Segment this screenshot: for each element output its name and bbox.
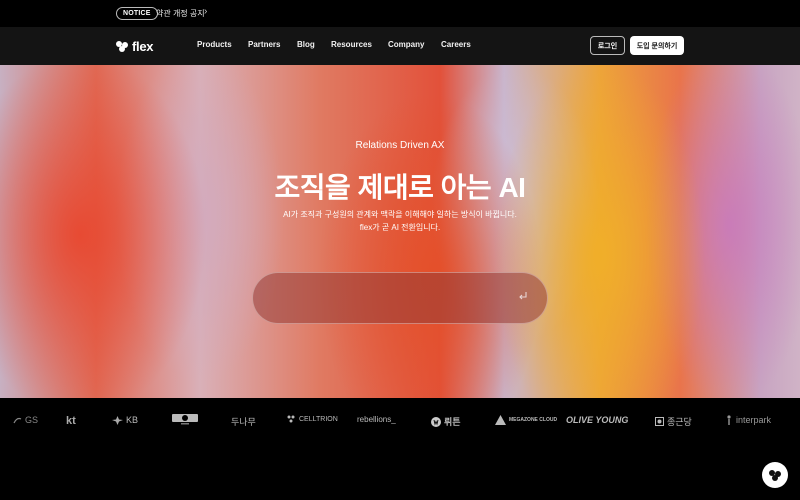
notice-link[interactable]: 약관 개정 공지 — [156, 8, 205, 19]
logo-text: flex — [132, 39, 154, 54]
hero-description-line-1: AI가 조직과 구성원의 관계와 맥락을 이해해야 일하는 방식이 바뀝니다. — [283, 210, 517, 219]
flex-logo[interactable]: flex — [116, 39, 154, 54]
interpark-icon — [727, 415, 731, 425]
nav-partners[interactable]: Partners — [248, 40, 280, 49]
nav-products[interactable]: Products — [197, 40, 232, 49]
enter-icon[interactable] — [517, 290, 529, 302]
client-logo-chongkundang: 종근당 — [655, 415, 692, 428]
client-logo-gs: GS — [13, 415, 38, 425]
nav-resources[interactable]: Resources — [331, 40, 372, 49]
client-logo-kb: KB — [112, 415, 138, 425]
client-logo-4 — [172, 413, 198, 425]
client-logo-oliveyoung: OLIVE YOUNG — [566, 415, 629, 425]
kb-star-icon — [112, 415, 123, 425]
celltrion-icon — [287, 415, 295, 423]
login-button[interactable]: 로그인 — [590, 36, 625, 55]
site-header: flex Products Partners Blog Resources Co… — [0, 27, 800, 65]
ai-prompt-box[interactable] — [252, 272, 548, 324]
hero-title: 조직을 제대로 아는 AI — [274, 172, 526, 203]
gs-icon — [13, 417, 22, 423]
ai-prompt-input[interactable] — [273, 289, 503, 309]
flex-logo-icon — [116, 41, 129, 52]
chongkundang-icon — [655, 417, 664, 426]
client-logo-interpark: interpark — [725, 415, 771, 425]
nav-company[interactable]: Company — [388, 40, 424, 49]
nav-careers[interactable]: Careers — [441, 40, 471, 49]
chevron-right-icon: › — [204, 6, 208, 17]
notice-badge: NOTICE — [116, 7, 158, 20]
wrtn-icon — [431, 416, 441, 427]
hero-description: AI가 조직과 구성원의 관계와 맥락을 이해해야 일하는 방식이 바뀝니다. … — [0, 208, 800, 234]
client-logo-wrtn: 뤼튼 — [431, 415, 461, 428]
hero-description-line-2: flex가 곧 AI 전환입니다. — [359, 223, 441, 232]
client-logo-dunamu: 두나무 — [231, 417, 256, 427]
hero-subtitle: Relations Driven AX — [355, 140, 445, 151]
megazone-icon — [495, 415, 506, 425]
client-logo-kt: kt — [66, 415, 76, 427]
client-logo-strip: GS kt KB 두나무 CELLTRION rebellions_ 뤼튼 ME… — [0, 398, 800, 500]
client-logo-megazone: MEGAZONE CLOUD — [495, 415, 557, 425]
request-demo-button[interactable]: 도입 문의하기 — [630, 36, 684, 55]
nav-blog[interactable]: Blog — [297, 40, 315, 49]
client-logo-rebellions: rebellions_ — [357, 415, 396, 424]
client-logo-celltrion: CELLTRION — [286, 415, 338, 424]
client-badge-icon — [172, 414, 198, 425]
hero-section: Relations Driven AX 조직을 제대로 아는 AI AI가 조직… — [0, 65, 800, 398]
notice-bar[interactable]: NOTICE 약관 개정 공지 › — [0, 0, 800, 27]
chat-button[interactable] — [762, 462, 788, 488]
